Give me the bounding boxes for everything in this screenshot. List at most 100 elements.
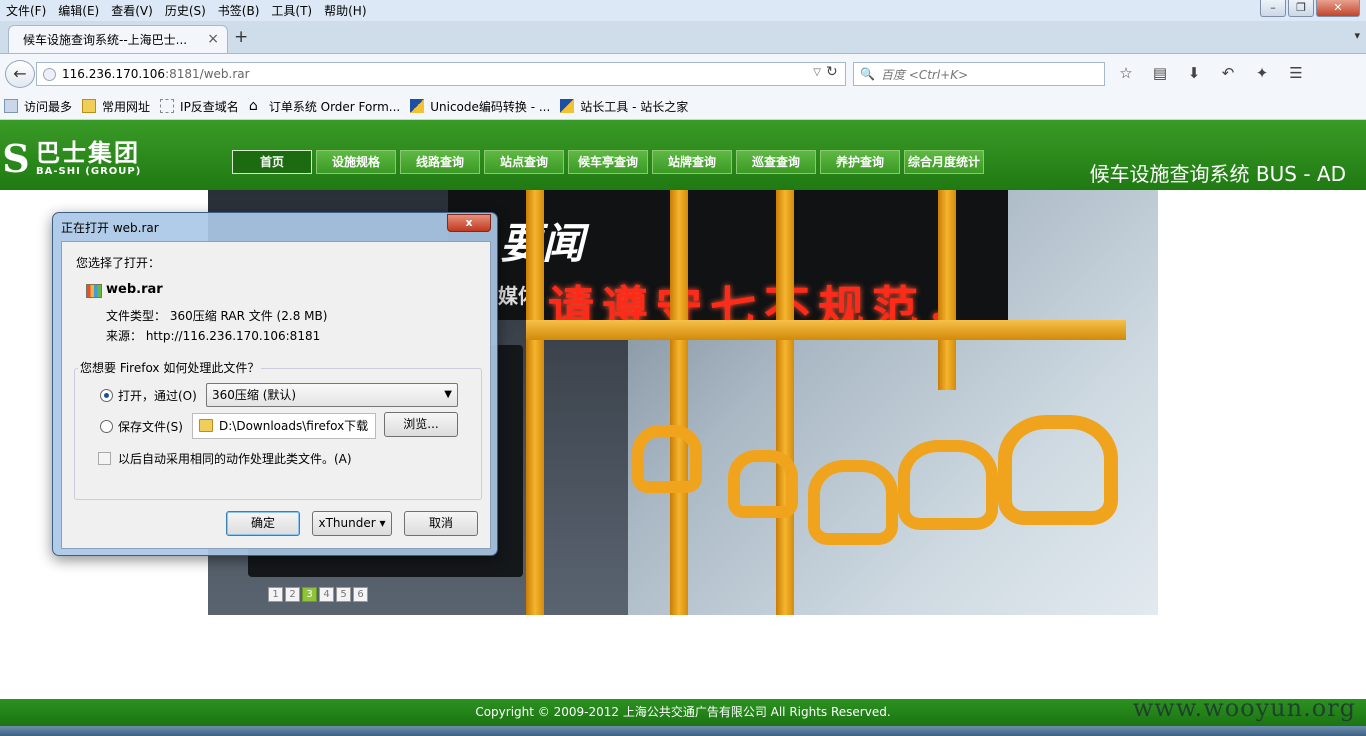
url-bar[interactable]: 116.236.170.106 :8181/web.rar ▽ [36, 62, 846, 86]
url-history-dropdown-icon[interactable]: ▽ [813, 67, 821, 78]
chinaz-site-icon [560, 99, 575, 113]
nav-shelter-query[interactable]: 候车亭查询 [568, 150, 648, 174]
banner-pager: 1 2 3 4 5 6 [268, 587, 368, 602]
open-with-select[interactable]: 360压缩 (默认) ▼ [206, 383, 458, 407]
folder-icon [199, 419, 213, 432]
open-with-radio[interactable] [100, 389, 113, 402]
grab-handle [898, 440, 998, 530]
grab-handle [728, 450, 798, 518]
menu-view[interactable]: 查看(V) [105, 2, 159, 19]
reload-icon[interactable]: ↻ [826, 64, 838, 80]
site-header: S 巴士集团 BA-SHI (GROUP) 首页 设施规格 线路查询 站点查询 … [0, 120, 1366, 190]
handrail-bar [526, 320, 1126, 340]
home-icon: ⌂ [248, 98, 258, 114]
window-close-button[interactable]: ✕ [1316, 0, 1360, 17]
downloads-icon[interactable]: ⬇ [1184, 64, 1204, 82]
tab-title: 候车设施查询系统--上海巴士... [23, 33, 188, 47]
url-path: :8181/web.rar [165, 67, 250, 81]
new-tab-button[interactable]: + [234, 27, 248, 47]
minimize-button[interactable]: – [1260, 0, 1286, 17]
maximize-button[interactable]: ❐ [1288, 0, 1314, 17]
bookmark-order-form[interactable]: ⌂ 订单系统 Order Form... [249, 98, 400, 115]
banner-page-5[interactable]: 5 [336, 587, 351, 602]
tab-bar: 候车设施查询系统--上海巴士... × + ▾ [0, 21, 1366, 53]
addon-icon[interactable]: ✦ [1252, 64, 1272, 82]
logo-chinese: 巴士集团 [36, 138, 140, 167]
open-with-label[interactable]: 打开，通过(O) [118, 387, 197, 404]
save-file-radio[interactable] [100, 420, 113, 433]
search-input[interactable]: 🔍 百度 <Ctrl+K> [853, 62, 1105, 86]
dialog-close-button[interactable]: x [447, 214, 491, 232]
back-button[interactable]: ← [5, 60, 35, 88]
nav-facility-specs[interactable]: 设施规格 [316, 150, 396, 174]
you-chose-label: 您选择了打开： [76, 256, 161, 270]
bookmark-chinaz[interactable]: 站长工具 - 站长之家 [560, 98, 688, 115]
bookmarks-toolbar: 访问最多 常用网址 IP反查域名 ⌂ 订单系统 Order Form... Un… [0, 93, 1366, 120]
menu-bookmarks[interactable]: 书签(B) [212, 2, 266, 19]
handrail-pole [776, 190, 794, 615]
ok-button[interactable]: 确定 [226, 511, 300, 536]
file-name: web.rar [106, 282, 163, 297]
bookmark-ip-lookup[interactable]: IP反查域名 [160, 98, 239, 115]
chevron-down-icon: ▼ [444, 389, 452, 400]
grab-handle [998, 415, 1118, 525]
undo-icon[interactable]: ↶ [1218, 64, 1238, 82]
banner-page-2[interactable]: 2 [285, 587, 300, 602]
banner-page-3[interactable]: 3 [302, 587, 317, 602]
open-with-value: 360压缩 (默认) [212, 388, 297, 402]
handrail-pole [670, 190, 688, 615]
menu-icon[interactable]: ☰ [1286, 64, 1306, 82]
nav-patrol-query[interactable]: 巡查查询 [736, 150, 816, 174]
browse-button[interactable]: 浏览... [384, 412, 458, 437]
save-file-label[interactable]: 保存文件(S) [118, 418, 183, 435]
banner-page-4[interactable]: 4 [319, 587, 334, 602]
nav-route-query[interactable]: 线路查询 [400, 150, 480, 174]
bookmark-unicode[interactable]: Unicode编码转换 - ... [410, 98, 550, 115]
grab-handle [808, 460, 898, 545]
tab-list-icon[interactable]: ▾ [1354, 29, 1360, 42]
dialog-title: 正在打开 web.rar [61, 221, 159, 235]
xthunder-button[interactable]: xThunder ▾ [312, 511, 392, 536]
bookmark-most-visited[interactable]: 访问最多 [4, 98, 72, 115]
auto-action-checkbox[interactable] [98, 452, 111, 465]
menu-history[interactable]: 历史(S) [159, 2, 212, 19]
tab-scroll-controls: ▾ [1354, 29, 1360, 42]
bus-logo-icon: S [2, 135, 30, 181]
site-logo[interactable]: S 巴士集团 BA-SHI (GROUP) [0, 135, 142, 181]
nav-sign-query[interactable]: 站牌查询 [652, 150, 732, 174]
folder-icon [82, 99, 97, 113]
search-engine-icon[interactable]: 🔍 [860, 67, 875, 81]
nav-monthly-stats[interactable]: 综合月度统计 [904, 150, 984, 174]
site-identity-icon[interactable] [43, 67, 56, 81]
page-icon [160, 99, 175, 113]
nav-stop-query[interactable]: 站点查询 [484, 150, 564, 174]
menu-help[interactable]: 帮助(H) [318, 2, 372, 19]
logo-english: BA-SHI (GROUP) [36, 165, 142, 177]
url-host: 116.236.170.106 [62, 67, 166, 81]
toolbar-icons: ☆ ▤ ⬇ ↶ ✦ ☰ [1116, 64, 1306, 82]
nav-home[interactable]: 首页 [232, 150, 312, 174]
dialog-body: 您选择了打开： web.rar 文件类型： 360压缩 RAR 文件 (2.8 … [61, 241, 491, 549]
menu-file[interactable]: 文件(F) [0, 2, 52, 19]
handrail-pole [938, 190, 956, 390]
banner-page-6[interactable]: 6 [353, 587, 368, 602]
bookmark-folder-icon [4, 99, 18, 113]
banner-page-1[interactable]: 1 [268, 587, 283, 602]
window-controls: – ❐ ✕ [1260, 0, 1360, 17]
menu-tools[interactable]: 工具(T) [265, 2, 318, 19]
menu-bar: 文件(F) 编辑(E) 查看(V) 历史(S) 书签(B) 工具(T) 帮助(H… [0, 0, 1366, 21]
unicode-site-icon [410, 99, 425, 113]
bookmark-common-sites[interactable]: 常用网址 [82, 98, 150, 115]
menu-edit[interactable]: 编辑(E) [52, 2, 105, 19]
bookmarks-list-icon[interactable]: ▤ [1150, 64, 1170, 82]
file-type: 文件类型： 360压缩 RAR 文件 (2.8 MB) [106, 309, 328, 323]
cancel-button[interactable]: 取消 [404, 511, 478, 536]
site-nav: 首页 设施规格 线路查询 站点查询 候车亭查询 站牌查询 巡查查询 养护查询 综… [232, 150, 984, 174]
tab-active[interactable]: 候车设施查询系统--上海巴士... × [8, 25, 228, 53]
tab-close-icon[interactable]: × [207, 31, 219, 47]
action-question: 您想要 Firefox 如何处理此文件？ [78, 359, 262, 376]
save-path-field[interactable]: D:\Downloads\firefox下载 [192, 413, 376, 439]
bookmark-star-icon[interactable]: ☆ [1116, 64, 1136, 82]
nav-maintenance-query[interactable]: 养护查询 [820, 150, 900, 174]
search-placeholder: 百度 <Ctrl+K> [880, 67, 969, 82]
